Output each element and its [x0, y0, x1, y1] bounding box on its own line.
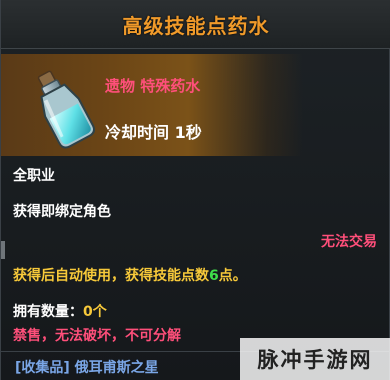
owned-quantity: 拥有数量：0个 [13, 301, 107, 321]
trade-status: 无法交易 [321, 234, 377, 250]
watermark-text: 脉冲手游网 [257, 348, 373, 372]
site-watermark: 脉冲手游网 [240, 338, 390, 380]
collection-info: [收集品] 俄耳甫斯之星 [15, 360, 159, 376]
potion-bottle-icon [37, 70, 96, 149]
item-bind-info: 获得即绑定角色 [13, 204, 111, 220]
tooltip-header: 高级技能点药水 [1, 0, 390, 49]
item-tooltip: 高级技能点药水 遗物 特殊药水 冷却时间 1秒 全职业 获得即绑定角色 无法交易 [0, 0, 390, 380]
item-restrictions: 禁售，无法破坏，不可分解 [13, 328, 181, 344]
side-tab [1, 241, 5, 259]
usage-suffix: 点。 [218, 268, 247, 284]
item-title: 高级技能点药水 [122, 13, 270, 38]
usage-prefix: 获得后自动使用，获得技能点数 [13, 268, 209, 284]
owned-value: 0个 [83, 304, 107, 320]
item-category: 遗物 特殊药水 [105, 77, 201, 95]
owned-label: 拥有数量： [13, 304, 83, 320]
item-cooldown: 冷却时间 1秒 [105, 123, 202, 142]
usage-count: 6 [209, 268, 219, 284]
item-job-restriction: 全职业 [13, 168, 55, 184]
item-usage-effect: 获得后自动使用，获得技能点数6点。 [13, 265, 247, 285]
